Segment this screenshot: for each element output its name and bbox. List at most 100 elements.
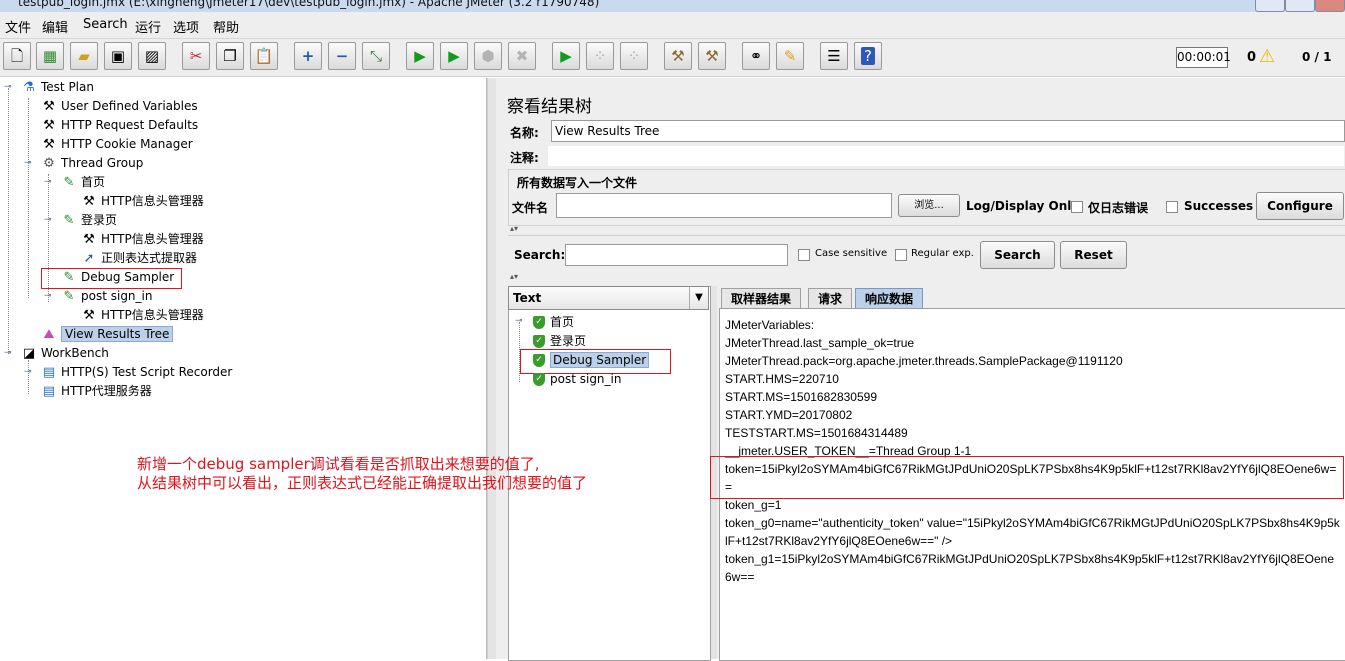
help-button[interactable]: ? xyxy=(854,42,882,70)
filename-label: 文件名 xyxy=(512,201,549,215)
chevron-down-icon[interactable]: ▼ xyxy=(689,287,708,309)
browse-button[interactable]: 浏览... xyxy=(898,194,960,217)
tree-node-recorder[interactable]: ▤ HTTP(S) Test Script Recorder xyxy=(40,363,233,381)
name-field[interactable]: View Results Tree xyxy=(551,120,1345,142)
templates-button[interactable]: ▦ xyxy=(36,42,64,70)
collapse-arrows-icon[interactable]: ▴▾ xyxy=(510,224,518,233)
pipette-icon: ✎ xyxy=(63,289,75,304)
menu-help[interactable]: 帮助 xyxy=(213,17,239,36)
play-icon: ▶ xyxy=(414,47,426,65)
tree-node-regex-extractor[interactable]: ➚ 正则表达式提取器 xyxy=(80,249,197,267)
tree-node-header-manager-3[interactable]: ⚒ HTTP信息头管理器 xyxy=(80,306,204,324)
tree-node-post-sign-in[interactable]: ✎ post sign_in xyxy=(60,287,153,305)
comment-field[interactable] xyxy=(547,145,1345,167)
split-pane-divider[interactable] xyxy=(487,78,496,659)
renderer-select[interactable]: Text ▼ xyxy=(508,286,709,310)
tree-node-workbench[interactable]: ◪ WorkBench xyxy=(20,344,109,362)
toggle-button[interactable]: ⤡ xyxy=(362,42,390,70)
workbench-icon: ◪ xyxy=(22,346,36,361)
result-item-post-sign-in[interactable]: ✓ post sign_in xyxy=(533,370,621,388)
configure-button[interactable]: Configure xyxy=(1256,192,1344,220)
remote-shutdown-icon: ⁘ xyxy=(627,47,641,65)
maximize-button[interactable] xyxy=(1285,0,1315,12)
response-line: START.MS=1501682830599 xyxy=(725,390,877,404)
start-no-pause-button[interactable]: ▶ xyxy=(440,42,468,70)
save-button[interactable]: ▣ xyxy=(104,42,132,70)
tab-request[interactable]: 请求 xyxy=(808,288,853,308)
menu-edit[interactable]: 编辑 xyxy=(42,17,68,36)
response-line: JMeterVariables: xyxy=(725,318,815,332)
broom-icon: ⚒ xyxy=(671,47,685,65)
tab-response-data[interactable]: 响应数据 xyxy=(855,288,924,308)
tree-node-view-results-tree[interactable]: ⛰ View Results Tree xyxy=(40,325,174,343)
title-bar: testpub_login.jmx (E:\xingneng\Jmeter17\… xyxy=(0,0,1345,12)
reset-button[interactable]: Reset xyxy=(1060,241,1127,269)
menu-run[interactable]: 运行 xyxy=(135,17,161,36)
remote-stop-button[interactable]: ⁘ xyxy=(586,42,614,70)
tab-sampler-result[interactable]: 取样器结果 xyxy=(721,288,802,308)
tree-node-http-cookie-manager[interactable]: ⚒ HTTP Cookie Manager xyxy=(40,135,193,153)
minimize-button[interactable] xyxy=(1255,0,1285,12)
menu-bar: 文件 编辑 Search 运行 选项 帮助 xyxy=(0,12,1345,39)
scissors-icon: ✂ xyxy=(189,47,203,65)
successes-label: Successes xyxy=(1184,199,1254,213)
collapse-arrows-icon-2[interactable]: ▴▾ xyxy=(510,272,518,281)
chart-icon: ⛰ xyxy=(43,327,55,342)
wrench-icon: ⚒ xyxy=(83,308,95,323)
reset-search-button[interactable]: ✎ xyxy=(776,42,804,70)
panel-title: 察看结果树 xyxy=(507,97,592,117)
success-shield-icon: ✓ xyxy=(533,373,545,386)
new-button[interactable]: 🗋 xyxy=(3,42,31,70)
collapse-button[interactable]: − xyxy=(328,42,356,70)
tree-node-test-plan[interactable]: ⚗ Test Plan xyxy=(20,78,94,96)
tree-node-header-manager-1[interactable]: ⚒ HTTP信息头管理器 xyxy=(80,192,204,210)
wrench-icon: ⚒ xyxy=(43,137,55,152)
search-input[interactable] xyxy=(565,244,788,266)
tree-node-thread-group[interactable]: ⚙ Thread Group xyxy=(40,154,143,172)
case-sensitive-checkbox[interactable] xyxy=(798,249,810,261)
search-button[interactable]: Search xyxy=(980,241,1055,269)
clear-all-button[interactable]: ⚒ xyxy=(698,42,726,70)
clear-button[interactable]: ⚒ xyxy=(664,42,692,70)
start-button[interactable]: ▶ xyxy=(406,42,434,70)
shutdown-button[interactable]: ✖ xyxy=(508,42,536,70)
recorder-icon: ▤ xyxy=(42,365,56,380)
errors-only-checkbox[interactable] xyxy=(1071,201,1083,213)
tree-node-proxy-server[interactable]: ▤ HTTP代理服务器 xyxy=(40,382,152,400)
result-item-homepage[interactable]: ✓ 首页 xyxy=(533,313,574,331)
result-item-login-page[interactable]: ✓ 登录页 xyxy=(533,332,586,350)
filename-input[interactable] xyxy=(556,193,892,218)
remote-start-button[interactable]: ▶ xyxy=(552,42,580,70)
cut-button[interactable]: ✂ xyxy=(182,42,210,70)
tree-node-http-request-defaults[interactable]: ⚒ HTTP Request Defaults xyxy=(40,116,198,134)
menu-options[interactable]: 选项 xyxy=(173,17,199,36)
stop-button[interactable]: ⬢ xyxy=(474,42,502,70)
broom-all-icon: ⚒ xyxy=(705,47,719,65)
save-as-button[interactable]: ▨ xyxy=(138,42,166,70)
menu-search[interactable]: Search xyxy=(83,17,128,32)
success-shield-icon: ✓ xyxy=(533,316,545,329)
wrench-icon: ⚒ xyxy=(83,194,95,209)
paste-button[interactable]: 📋 xyxy=(250,42,278,70)
successes-checkbox[interactable] xyxy=(1166,201,1178,213)
expand-button[interactable]: + xyxy=(294,42,322,70)
annotation-line-1: 新增一个debug sampler调试看看是否抓取出来想要的值了, xyxy=(137,455,540,473)
response-line: START.YMD=20170802 xyxy=(725,408,853,422)
search-label: Search: xyxy=(514,248,566,262)
warning-icon[interactable]: ⚠ xyxy=(1259,46,1275,67)
search-button-toolbar[interactable]: ⚭ xyxy=(742,42,770,70)
case-sensitive-label: Case sensitive xyxy=(815,248,888,259)
close-button[interactable] xyxy=(1315,0,1345,12)
tree-node-homepage[interactable]: ✎ 首页 xyxy=(60,173,105,191)
tree-node-user-defined-variables[interactable]: ⚒ User Defined Variables xyxy=(40,97,197,115)
copy-button[interactable]: ❐ xyxy=(216,42,244,70)
function-helper-button[interactable]: ☰ xyxy=(820,42,848,70)
tree-node-login-page[interactable]: ✎ 登录页 xyxy=(60,211,117,229)
tree-node-header-manager-2[interactable]: ⚒ HTTP信息头管理器 xyxy=(80,230,204,248)
open-button[interactable]: ▰ xyxy=(70,42,98,70)
menu-file[interactable]: 文件 xyxy=(5,17,31,36)
remote-start-icon: ▶ xyxy=(560,47,572,65)
regular-exp-checkbox[interactable] xyxy=(895,249,907,261)
remote-shutdown-button[interactable]: ⁘ xyxy=(620,42,648,70)
regular-exp-label: Regular exp. xyxy=(911,248,974,259)
